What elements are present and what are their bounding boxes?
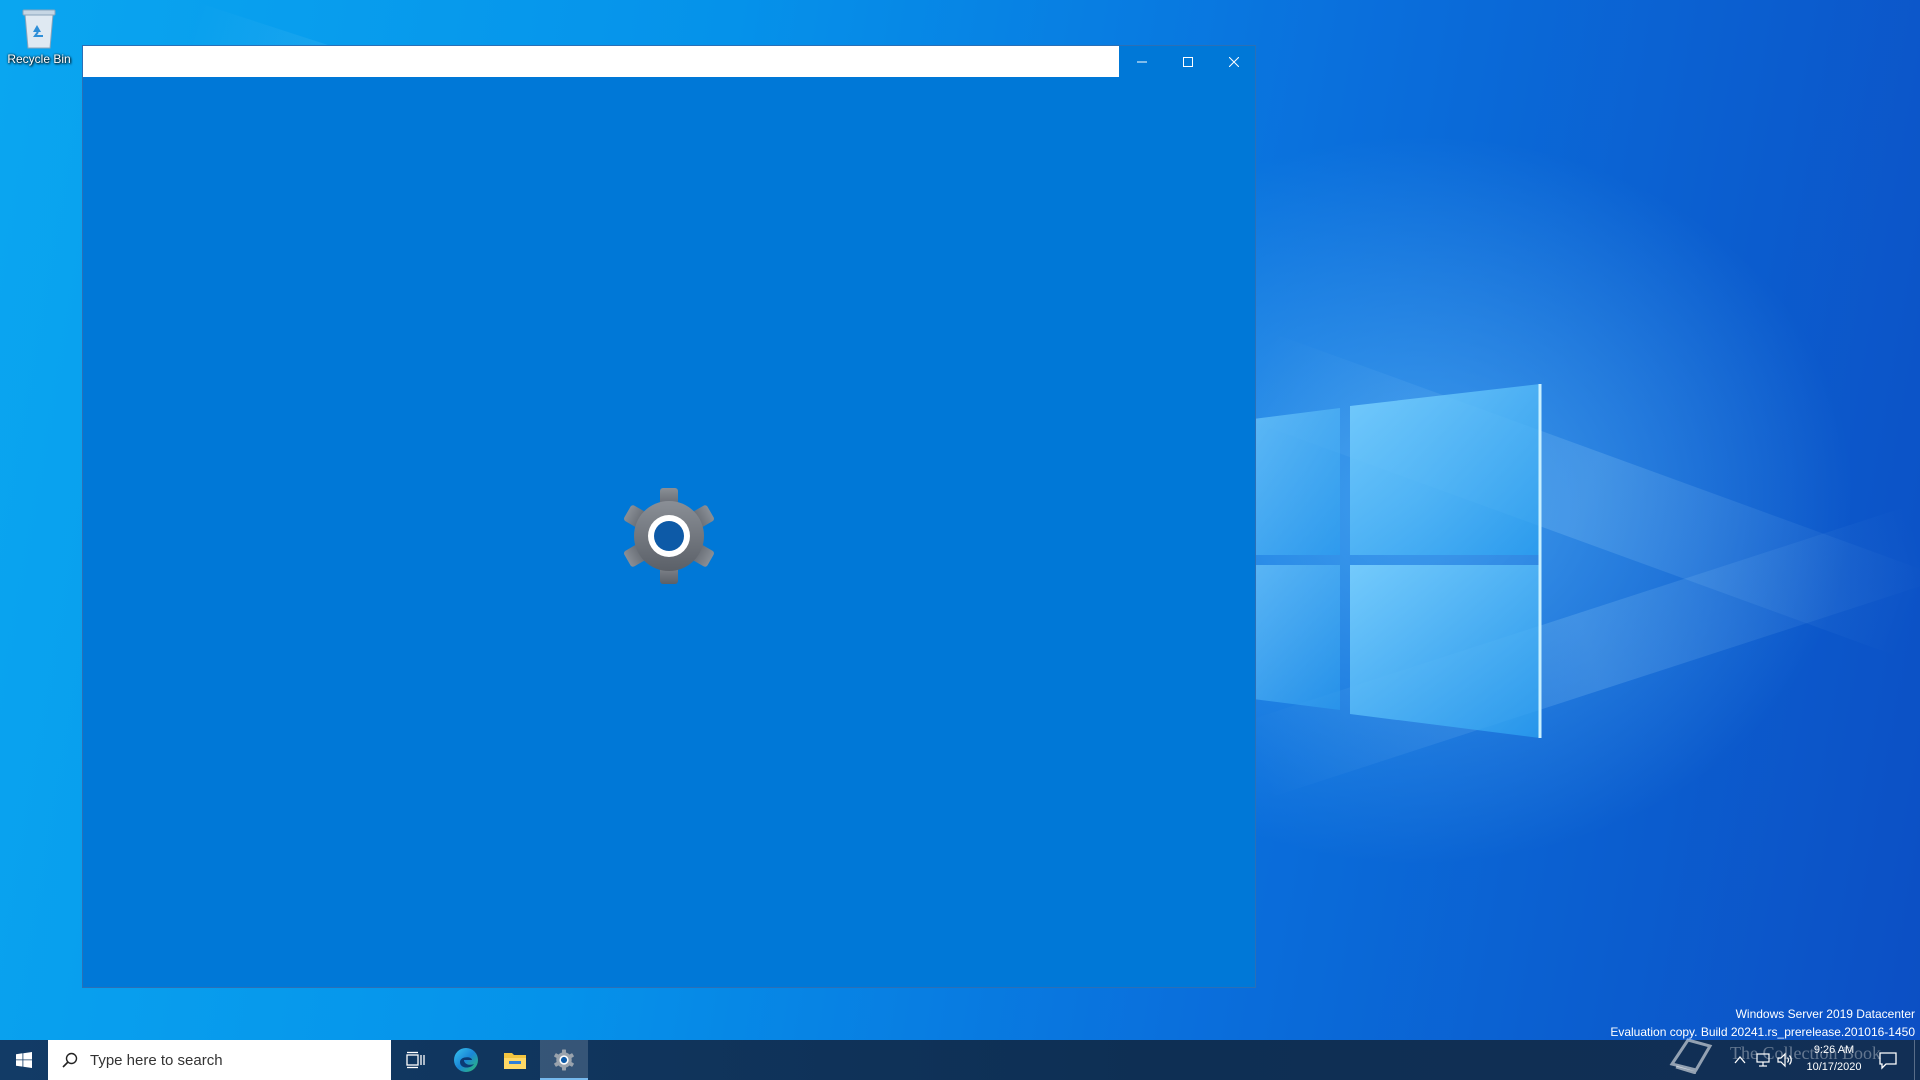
title-field[interactable] xyxy=(83,46,1119,77)
collection-book-watermark: The Collection Book xyxy=(1668,1034,1908,1080)
desktop: Recycle Bin Windows Server 2019 Datacent… xyxy=(0,0,1920,1040)
show-desktop-button[interactable] xyxy=(1914,1040,1920,1080)
minimize-button[interactable] xyxy=(1119,46,1165,77)
edge-button[interactable] xyxy=(442,1040,490,1080)
maximize-icon xyxy=(1183,56,1193,67)
edition-text: Windows Server 2019 Datacenter xyxy=(1735,1007,1915,1021)
task-view-button[interactable] xyxy=(392,1040,440,1080)
settings-taskbar-button[interactable] xyxy=(540,1040,588,1080)
start-button[interactable] xyxy=(0,1040,48,1080)
close-button[interactable] xyxy=(1211,46,1257,77)
maximize-button[interactable] xyxy=(1165,46,1211,77)
search-placeholder: Type here to search xyxy=(90,1051,223,1069)
close-icon xyxy=(1229,56,1239,67)
book-logo-icon xyxy=(1669,1038,1713,1074)
collection-book-text: The Collection Book xyxy=(1730,1043,1881,1063)
search-box[interactable]: Type here to search xyxy=(48,1040,391,1080)
recycle-bin-shortcut[interactable]: Recycle Bin xyxy=(4,6,74,76)
title-bar[interactable] xyxy=(83,46,1255,77)
recycle-bin-label: Recycle Bin xyxy=(7,52,71,66)
taskbar: Type here to search 9:26 AM 10/17/2020 xyxy=(0,1040,1920,1080)
file-explorer-button[interactable] xyxy=(491,1040,539,1080)
windows-logo-wallpaper xyxy=(1245,384,1542,738)
task-view-icon xyxy=(406,1051,425,1069)
folder-icon xyxy=(504,1053,526,1069)
edge-icon xyxy=(454,1048,478,1072)
gear-icon xyxy=(624,488,714,584)
search-icon xyxy=(62,1052,78,1068)
windows-logo-icon xyxy=(16,1052,32,1068)
settings-window xyxy=(82,45,1256,988)
recycle-bin-icon xyxy=(22,9,56,49)
minimize-icon xyxy=(1137,61,1147,62)
gear-icon xyxy=(554,1049,574,1071)
